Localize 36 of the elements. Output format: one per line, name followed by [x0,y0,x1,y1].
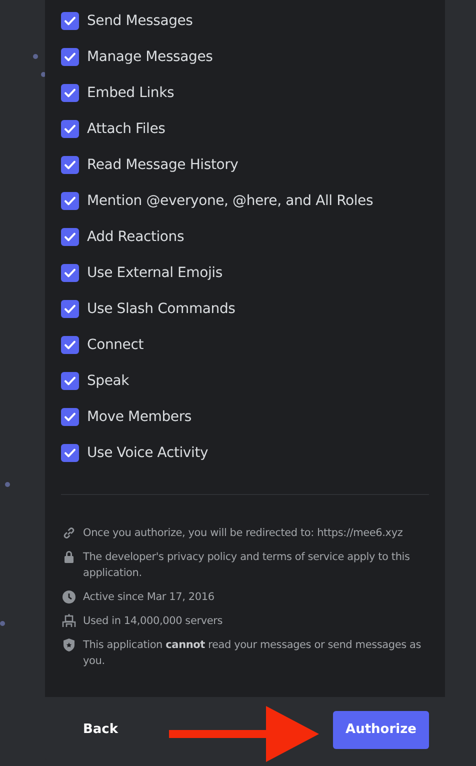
checkbox[interactable] [61,48,79,66]
back-button[interactable]: Back [79,714,122,745]
authorize-button[interactable]: Authorize [333,710,429,748]
checkbox[interactable] [61,444,79,462]
info-text: This application cannot read your messages or send messages as you. [83,638,422,669]
checkbox[interactable] [61,264,79,282]
permission-label: Attach Files [87,121,166,137]
checkbox[interactable] [61,84,79,102]
link-icon [61,525,77,541]
permission-label: Send Messages [87,13,193,29]
checkbox[interactable] [61,228,79,246]
permission-label: Mention @everyone, @here, and All Roles [87,193,374,209]
permission-label: Read Message History [87,157,238,173]
checkbox[interactable] [61,372,79,390]
checkbox[interactable] [61,12,79,30]
checkbox[interactable] [61,336,79,354]
permission-label: Use Voice Activity [87,445,208,461]
clock-icon [61,589,77,605]
checkbox[interactable] [61,300,79,318]
info-text: Used in 14,000,000 servers [83,614,222,629]
info-text: Once you authorize, you will be redirected to: https://mee6.xyz [83,526,403,541]
permission-label: Add Reactions [87,229,184,245]
permission-label: Move Members [87,409,192,425]
permission-label: Embed Links [87,85,174,101]
permission-label: Manage Messages [87,49,213,65]
checkbox[interactable] [61,120,79,138]
permission-label: Use Slash Commands [87,301,236,317]
checkbox[interactable] [61,408,79,426]
info-text: Active since Mar 17, 2016 [83,590,214,605]
permission-label: Use External Emojis [87,265,222,281]
shield-icon [61,637,77,653]
permission-label: Speak [87,373,130,389]
checkbox[interactable] [61,156,79,174]
info-text: The developer's privacy policy and terms of service apply to this application. [83,550,411,581]
checkbox[interactable] [61,192,79,210]
permission-label: Connect [87,337,144,353]
